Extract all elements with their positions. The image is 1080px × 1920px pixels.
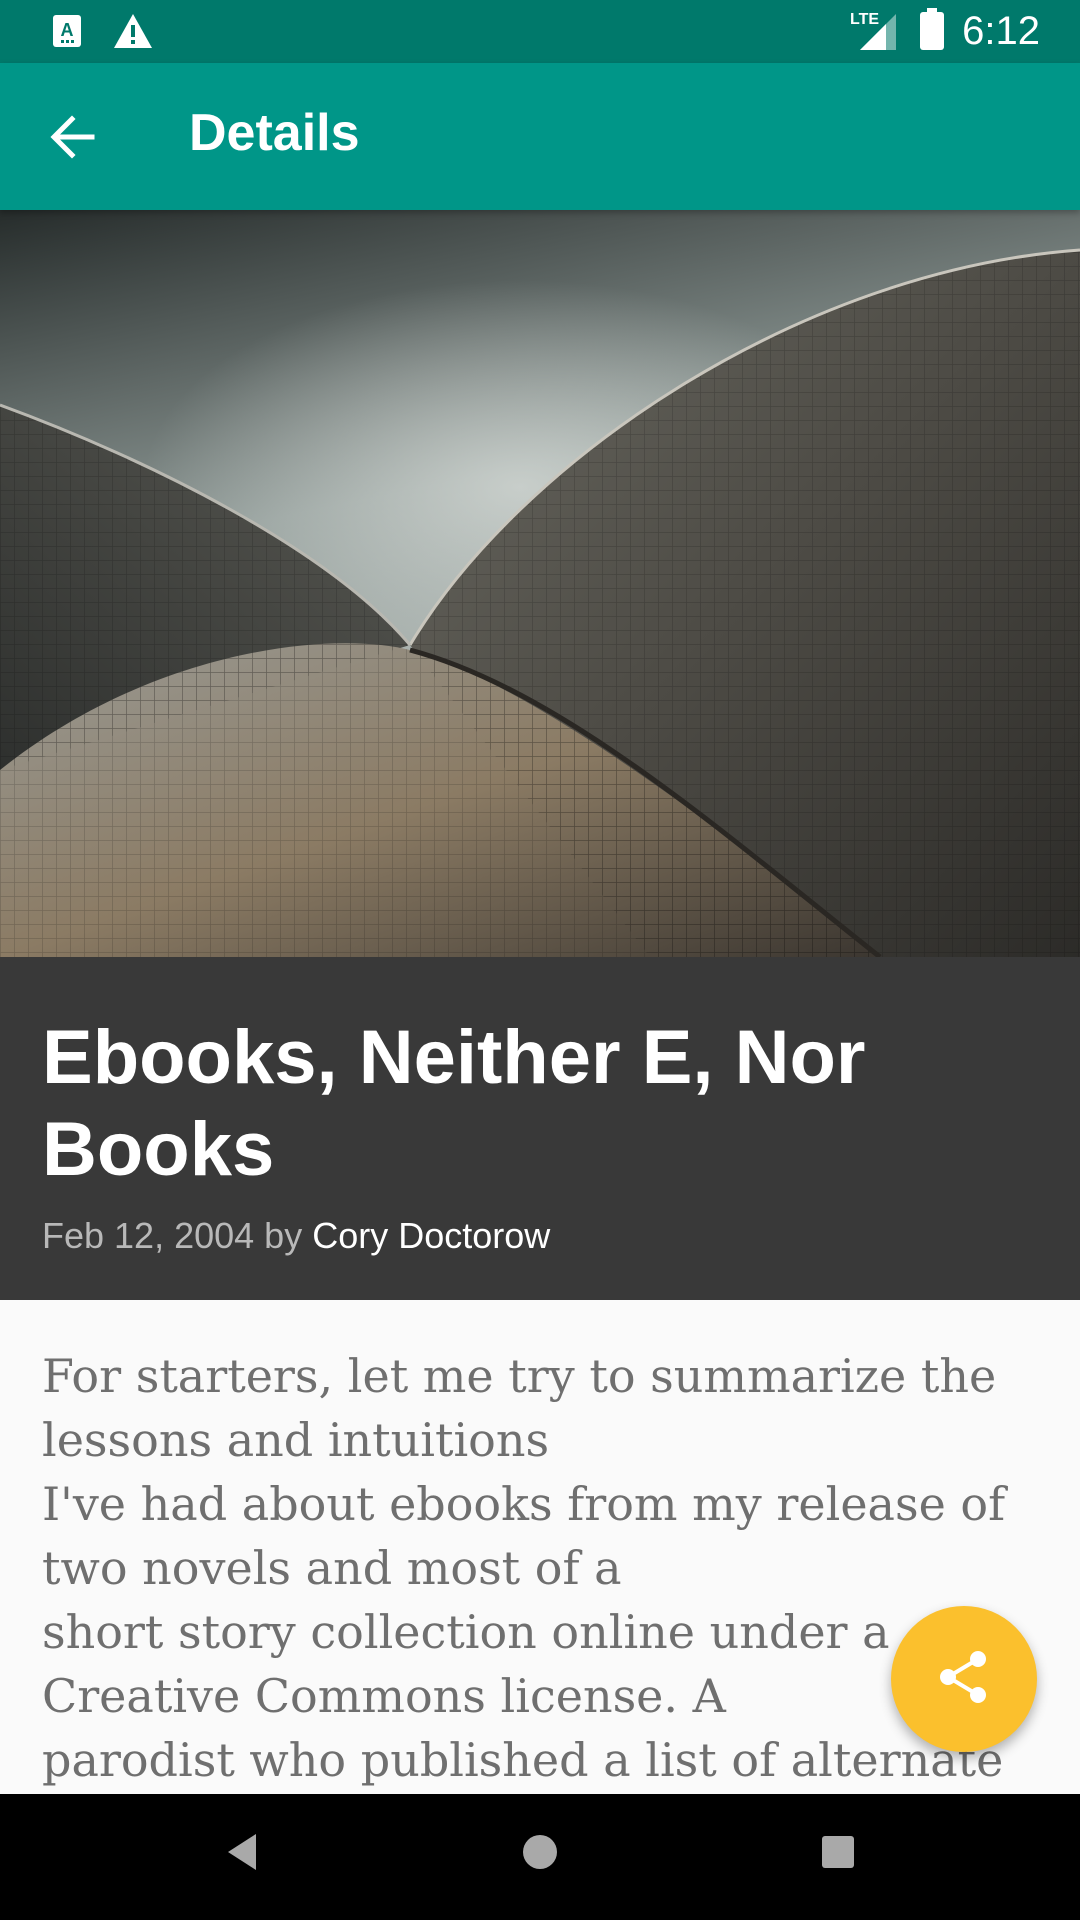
- article-header: Ebooks, Neither E, Nor Books Feb 12, 200…: [0, 957, 1080, 1300]
- article-meta: Feb 12, 2004 by Cory Doctorow: [42, 1215, 550, 1257]
- home-circle-icon[interactable]: [520, 1830, 560, 1879]
- back-triangle-icon[interactable]: [222, 1830, 262, 1879]
- arrow-back-icon[interactable]: [44, 109, 100, 165]
- svg-text:A: A: [61, 20, 74, 40]
- article-title: Ebooks, Neither E, Nor Books: [42, 1015, 866, 1192]
- share-icon: [936, 1649, 992, 1710]
- status-bar: A LTE 6:12: [0, 0, 1080, 63]
- article-date: Feb 12, 2004 by: [42, 1215, 313, 1256]
- a-notification-icon: A: [52, 14, 82, 53]
- clock: 6:12: [962, 9, 1040, 53]
- app-bar: Details: [0, 63, 1080, 210]
- system-nav-bar: [0, 1794, 1080, 1920]
- share-button[interactable]: [891, 1606, 1037, 1752]
- network-label: LTE: [850, 11, 879, 28]
- battery-icon: [920, 8, 945, 55]
- article-image: [0, 210, 1080, 957]
- status-right: LTE 6:12: [850, 6, 1040, 57]
- recents-square-icon[interactable]: [818, 1830, 858, 1879]
- warning-icon: [112, 12, 154, 55]
- page-title: Details: [189, 104, 360, 162]
- signal-icon: LTE: [850, 6, 902, 57]
- notification-icons: A: [52, 12, 154, 55]
- article-author[interactable]: Cory Doctorow: [312, 1215, 550, 1256]
